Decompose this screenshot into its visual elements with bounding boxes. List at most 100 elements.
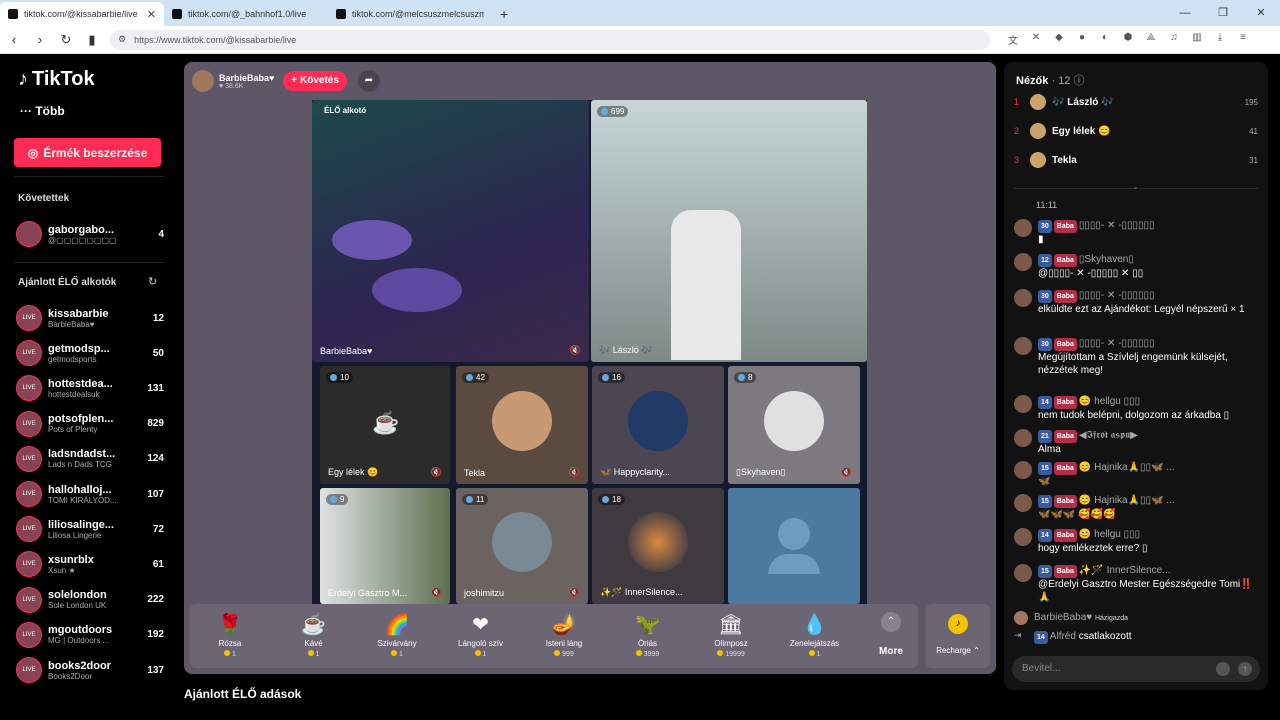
following-account[interactable]: gaborgabo... @▢▢▢▢▢▢▢▢ 4: [16, 218, 164, 250]
avatar[interactable]: [1014, 429, 1032, 447]
back-icon[interactable]: ‹: [6, 32, 22, 47]
guest-cell-5[interactable]: 16 🦋 Happyclarity...: [592, 366, 724, 484]
guest-cell-host[interactable]: ÉLŐ alkotó BarbieBaba♥ 🔇: [312, 100, 589, 362]
recharge-button[interactable]: ♪ Recharge ⌃: [926, 604, 990, 668]
extension-icon[interactable]: ⬢: [1121, 32, 1135, 47]
guest-cell-6[interactable]: 8 ▯Skyhaven▯ 🔇: [728, 366, 860, 484]
share-icon[interactable]: ➦: [357, 70, 380, 92]
avatar[interactable]: [1014, 395, 1032, 413]
chat-user[interactable]: BarbieBaba♥: [1034, 612, 1092, 623]
recommended-account[interactable]: LIVE ladsndadst... Lads n Dads TCG 124: [16, 443, 164, 475]
gift-item[interactable]: ☕ Kávé 1: [274, 612, 354, 658]
gift-item[interactable]: 🪔 Isteni láng 999: [524, 612, 604, 658]
guest-cell-9[interactable]: 18 ✨🪄 InnerSilence...: [592, 488, 724, 604]
gift-item[interactable]: 💧 Zenelejátszás 1: [775, 612, 855, 658]
avatar[interactable]: [1014, 461, 1032, 479]
close-window-icon[interactable]: ✕: [1242, 0, 1280, 26]
avatar[interactable]: [1014, 494, 1032, 512]
chat-user[interactable]: Alfréd: [1050, 631, 1076, 642]
maximize-icon[interactable]: ❐: [1204, 0, 1242, 26]
guest-cell-2[interactable]: 699 🎶 László 🎶: [591, 100, 867, 362]
chat-user[interactable]: 😊 Hajnika🙏▯▯🦋 ...: [1079, 495, 1175, 506]
gift-item[interactable]: 🦖 Óriás 3999: [608, 612, 688, 658]
refresh-icon[interactable]: ↻: [148, 275, 157, 288]
browser-tab-1[interactable]: tiktok.com/@kissabarbie/live ✕: [0, 2, 164, 26]
empty-seat-cell[interactable]: [728, 488, 860, 604]
recommended-account[interactable]: LIVE potsofplen... Pots of Plenty 829: [16, 408, 164, 440]
url-field[interactable]: ⚙ https://www.tiktok.com/@kissabarbie/li…: [110, 29, 990, 50]
tiktok-logo[interactable]: ♪ TikTok: [18, 68, 95, 91]
chevron-down-icon[interactable]: ⌄: [1132, 182, 1139, 191]
guest-cell-8[interactable]: 11 joshimitzu 🔇: [456, 488, 588, 604]
extension-icon[interactable]: ●: [1075, 32, 1089, 47]
downloads-icon[interactable]: ⤓: [1213, 32, 1227, 47]
recommended-account[interactable]: LIVE kissabarbie BarbieBaba♥ 12: [16, 302, 164, 334]
new-tab-button[interactable]: +: [492, 2, 516, 26]
send-icon[interactable]: ↑: [1238, 662, 1252, 676]
top-viewer-row[interactable]: 3 Tekla 31: [1014, 148, 1258, 172]
chat-user[interactable]: 😊 Hajnika🙏▯▯🦋 ...: [1079, 462, 1175, 473]
chat-user[interactable]: 😊 hellgu ▯▯▯: [1079, 529, 1140, 540]
browser-tab-3[interactable]: tiktok.com/@melcsuszmelcsuszmelcs: [328, 2, 492, 26]
chat-user[interactable]: ▯▯▯▯- ✕ -▯▯▯▯▯▯: [1079, 220, 1155, 231]
recommended-account[interactable]: LIVE getmodsp... getmodsports 50: [16, 337, 164, 369]
avatar[interactable]: [1014, 564, 1032, 582]
follow-button[interactable]: + Követés: [283, 71, 347, 91]
viewers-header[interactable]: Nézők · 12 ⓘ: [1016, 72, 1085, 88]
recommended-account[interactable]: LIVE solelondon Sole London UK 222: [16, 584, 164, 616]
chat-user[interactable]: ▯▯▯▯- ✕ -▯▯▯▯▯▯: [1079, 338, 1155, 349]
recommended-account[interactable]: LIVE books2door Books2Door 137: [16, 654, 164, 686]
extension-icon[interactable]: ⟁: [1144, 32, 1158, 47]
viewer-count: 192: [147, 629, 164, 641]
top-viewer-row[interactable]: 2 Egy lélek 😊 41: [1014, 119, 1258, 143]
chat-input[interactable]: Bevitel... ↑: [1012, 656, 1260, 682]
avatar[interactable]: [1014, 289, 1032, 307]
guest-cell-4[interactable]: 42 Tekla 🔇: [456, 366, 588, 484]
info-icon[interactable]: ⓘ: [1074, 75, 1085, 87]
host-name[interactable]: BarbieBaba♥: [219, 73, 274, 83]
avatar[interactable]: [1014, 219, 1032, 237]
recommended-account[interactable]: LIVE hallohalloj... TOMI KIRÁLYOD... 107: [16, 478, 164, 510]
guest-cell-7[interactable]: 9 Erdelyi Gasztro M... 🔇: [320, 488, 450, 604]
translate-icon[interactable]: 文: [1006, 32, 1020, 47]
browser-tab-2[interactable]: tiktok.com/@_bahnhof1.0/live: [164, 2, 328, 26]
tab-title: tiktok.com/@melcsuszmelcsuszmelcs: [352, 9, 484, 19]
avatar[interactable]: [1014, 337, 1032, 355]
reload-icon[interactable]: ↻: [58, 32, 74, 48]
music-icon[interactable]: ♫: [1167, 32, 1181, 47]
menu-icon[interactable]: ≡: [1236, 32, 1250, 47]
recommended-account[interactable]: LIVE mgoutdoors MG | Outdoors ... 192: [16, 619, 164, 651]
top-viewer-row[interactable]: 1 🎶 László 🎶 195: [1014, 90, 1258, 114]
guest-cell-3[interactable]: 10 ☕ Egy lélek 😊 🔇: [320, 366, 450, 484]
host-avatar[interactable]: [192, 70, 214, 92]
more-menu[interactable]: ··· Több: [20, 104, 65, 118]
chat-user[interactable]: ◀𝕴𝖋𝖗𝖔́𝖙 𝖆𝖘𝖕𝖚̈▶: [1079, 430, 1138, 441]
chat-user[interactable]: ✨🪄 InnerSilence...: [1079, 565, 1171, 576]
account-name: books2door: [48, 659, 111, 672]
get-coins-button[interactable]: ◎ Érmék beszerzése: [14, 138, 161, 167]
forward-icon[interactable]: ›: [32, 32, 48, 47]
gift-item[interactable]: ❤ Lángoló szív 1: [441, 612, 521, 658]
chat-user[interactable]: 😊 hellgu ▯▯▯: [1079, 396, 1140, 407]
recommended-account[interactable]: LIVE xsunrblx Xsun ★ 61: [16, 548, 164, 580]
more-gifts-button[interactable]: ⌃ More: [866, 612, 916, 657]
sidebar-toggle-icon[interactable]: ▥: [1190, 32, 1204, 47]
gift-item[interactable]: 🌈 Szivárvány 1: [357, 612, 437, 658]
site-settings-icon[interactable]: ⚙: [118, 34, 126, 45]
emoji-icon[interactable]: [1216, 662, 1230, 676]
chat-user[interactable]: ▯Skyhaven▯: [1079, 254, 1134, 265]
gift-item[interactable]: 🏛 Olimposz 19999: [691, 612, 771, 658]
gift-item[interactable]: 🌹 Rózsa 1: [190, 612, 270, 658]
close-tab-icon[interactable]: ✕: [147, 8, 156, 21]
extension-icon[interactable]: ◐: [1098, 32, 1112, 47]
avatar[interactable]: [1014, 253, 1032, 271]
account-subtitle: BarbieBaba♥: [48, 319, 95, 329]
extension-icon[interactable]: ◆: [1052, 32, 1066, 47]
recommended-account[interactable]: LIVE hottestdea... hottestdealsuk 131: [16, 372, 164, 404]
chat-user[interactable]: ▯▯▯▯- ✕ -▯▯▯▯▯▯: [1079, 290, 1155, 301]
recommended-account[interactable]: LIVE liliosalinge... Liliosa Lingerie 72: [16, 513, 164, 545]
bookmark-icon[interactable]: ▮: [84, 32, 100, 48]
minimize-icon[interactable]: —: [1166, 0, 1204, 26]
avatar[interactable]: [1014, 528, 1032, 546]
extension-icon[interactable]: ✕: [1029, 32, 1043, 47]
